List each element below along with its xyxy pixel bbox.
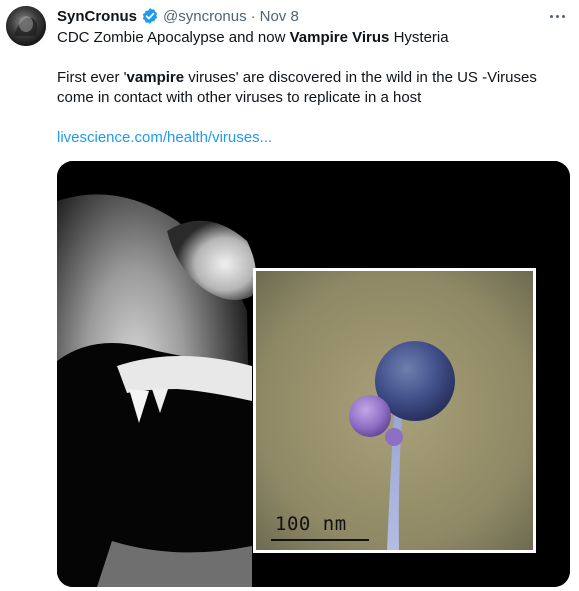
scale-bar bbox=[271, 539, 369, 541]
text-segment: CDC Zombie Apocalypse and now bbox=[57, 29, 290, 46]
bold-phrase: vampire bbox=[126, 69, 185, 86]
tweet-line-3: come in contact with other viruses to re… bbox=[57, 89, 422, 106]
tweet-media-image[interactable]: 100 nm bbox=[57, 161, 570, 587]
text-segment: First ever ' bbox=[57, 69, 127, 86]
tweet-date[interactable]: Nov 8 bbox=[260, 8, 299, 25]
tweet[interactable]: SynCronus @syncronus · Nov 8 CDC Zombie … bbox=[0, 0, 579, 591]
more-dot bbox=[561, 14, 565, 18]
more-dot bbox=[549, 14, 553, 18]
tweet-line-1: CDC Zombie Apocalypse and now Vampire Vi… bbox=[57, 28, 557, 48]
more-dot bbox=[555, 14, 559, 18]
article-link[interactable]: livescience.com/health/viruses... bbox=[57, 129, 272, 146]
text-segment: Hysteria bbox=[389, 29, 449, 46]
avatar[interactable] bbox=[6, 6, 46, 46]
more-options-icon[interactable] bbox=[545, 8, 569, 24]
tweet-header: SynCronus @syncronus · Nov 8 bbox=[57, 6, 299, 26]
text-segment: viruses' are discovered in the wild in t… bbox=[184, 69, 537, 86]
bold-phrase: Vampire Virus bbox=[289, 29, 390, 46]
verified-badge-icon bbox=[141, 7, 159, 25]
author-name[interactable]: SynCronus bbox=[57, 8, 137, 25]
separator-dot: · bbox=[250, 7, 256, 25]
tweet-line-2: First ever 'vampire viruses' are discove… bbox=[57, 68, 557, 88]
scale-bar-label: 100 nm bbox=[275, 513, 347, 535]
tweet-text: CDC Zombie Apocalypse and now Vampire Vi… bbox=[57, 28, 557, 148]
author-handle[interactable]: @syncronus bbox=[163, 8, 247, 25]
